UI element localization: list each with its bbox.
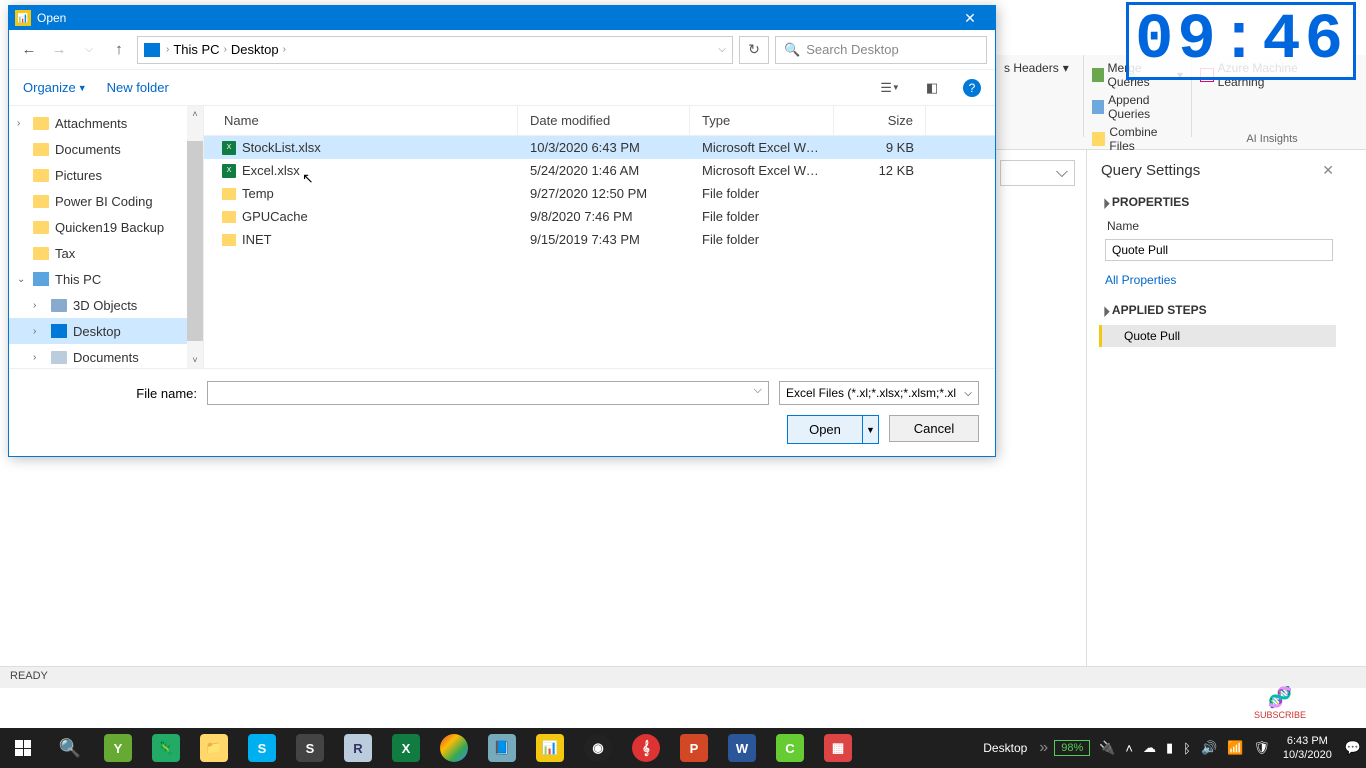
filename-label: File name: bbox=[25, 386, 197, 401]
task-icon[interactable]: 🦎 bbox=[142, 728, 190, 768]
bluetooth-icon[interactable]: ᛒ bbox=[1178, 741, 1196, 756]
nav-item-quicken19-backup[interactable]: Quicken19 Backup bbox=[9, 214, 203, 240]
task-icon[interactable]: Y bbox=[94, 728, 142, 768]
column-name[interactable]: Name bbox=[204, 106, 518, 135]
column-size[interactable]: Size bbox=[834, 106, 926, 135]
back-button[interactable]: ← bbox=[17, 38, 41, 62]
task-icon[interactable]: 📘 bbox=[478, 728, 526, 768]
column-type[interactable]: Type bbox=[690, 106, 834, 135]
preview-pane-button[interactable]: ◧ bbox=[921, 77, 943, 99]
up-button[interactable]: ↑ bbox=[107, 38, 131, 62]
task-icon[interactable]: ◉ bbox=[574, 728, 622, 768]
open-dropdown-button[interactable]: ▼ bbox=[862, 416, 878, 443]
scrollbar-thumb[interactable] bbox=[187, 141, 203, 341]
status-bar: READY bbox=[0, 666, 1366, 688]
taskbar-clock[interactable]: 6:43 PM 10/3/2020 bbox=[1275, 734, 1340, 762]
cancel-button[interactable]: Cancel bbox=[889, 415, 979, 442]
security-icon[interactable]: 🛡 bbox=[1248, 740, 1275, 756]
ai-insights-group-label: AI Insights bbox=[1200, 129, 1344, 145]
task-icon[interactable]: ▦ bbox=[814, 728, 862, 768]
power-icon[interactable]: 🔌 bbox=[1094, 740, 1120, 756]
organize-button[interactable]: Organize ▼ bbox=[23, 80, 87, 95]
query-name-input[interactable] bbox=[1105, 239, 1333, 261]
scroll-down-button[interactable]: ˅ bbox=[187, 352, 203, 368]
address-dropdown-icon[interactable]: ⌵ bbox=[718, 44, 726, 55]
nav-item-attachments[interactable]: ›Attachments bbox=[9, 110, 203, 136]
wifi-icon[interactable]: 📶 bbox=[1222, 740, 1248, 756]
file-explorer-icon[interactable]: 📁 bbox=[190, 728, 238, 768]
view-options-button[interactable]: ☰ ▼ bbox=[879, 77, 901, 99]
excel-icon[interactable]: X bbox=[382, 728, 430, 768]
search-icon: 🔍 bbox=[784, 42, 800, 58]
timer-overlay: 09:46 bbox=[1126, 2, 1356, 80]
close-icon[interactable]: ✕ bbox=[1322, 162, 1334, 179]
file-row[interactable]: GPUCache9/8/2020 7:46 PMFile folder bbox=[204, 205, 995, 228]
tray-expand-icon[interactable]: ˄ bbox=[1120, 741, 1138, 756]
column-date[interactable]: Date modified bbox=[518, 106, 690, 135]
camtasia-icon[interactable]: C bbox=[766, 728, 814, 768]
refresh-button[interactable]: ↻ bbox=[739, 36, 769, 64]
recent-dropdown[interactable]: ⌵ bbox=[77, 38, 101, 62]
forward-button[interactable]: → bbox=[47, 38, 71, 62]
task-icon[interactable]: 𝄞 bbox=[622, 728, 670, 768]
nav-item-documents[interactable]: Documents bbox=[9, 136, 203, 162]
open-button[interactable]: Open bbox=[788, 416, 862, 443]
snagit-icon[interactable]: S bbox=[286, 728, 334, 768]
search-task-icon[interactable]: 🔍 bbox=[46, 728, 94, 768]
taskbar: 🔍 Y 🦎 📁 S S R X 📘 📊 ◉ 𝄞 P W C ▦ Desktop … bbox=[0, 728, 1366, 768]
powerbi-icon[interactable]: 📊 bbox=[526, 728, 574, 768]
show-desktop-label[interactable]: Desktop bbox=[973, 741, 1037, 755]
append-queries-button[interactable]: Append Queries bbox=[1092, 91, 1183, 123]
file-row[interactable]: Temp9/27/2020 12:50 PMFile folder bbox=[204, 182, 995, 205]
breadcrumb-root[interactable]: This PC bbox=[173, 42, 219, 57]
file-row[interactable]: INET9/15/2019 7:43 PMFile folder bbox=[204, 228, 995, 251]
query-settings-panel: Query Settings ✕ PROPERTIES Name All Pro… bbox=[1086, 150, 1348, 668]
nav-item-desktop[interactable]: ›Desktop bbox=[9, 318, 203, 344]
address-bar[interactable]: › This PC › Desktop › ⌵ bbox=[137, 36, 733, 64]
applied-step-item[interactable]: Quote Pull bbox=[1099, 325, 1336, 347]
dropdown-toggle[interactable]: ⌵ bbox=[1000, 160, 1075, 186]
notifications-icon[interactable]: 💬 bbox=[1340, 740, 1366, 756]
applied-steps-section[interactable]: APPLIED STEPS bbox=[1087, 297, 1348, 323]
battery-indicator[interactable]: 98% bbox=[1054, 740, 1090, 756]
help-icon[interactable]: ? bbox=[963, 79, 981, 97]
new-folder-button[interactable]: New folder bbox=[107, 80, 169, 95]
volume-icon[interactable]: 🔊 bbox=[1196, 740, 1222, 756]
scroll-up-button[interactable]: ˄ bbox=[187, 106, 203, 122]
r-icon[interactable]: R bbox=[334, 728, 382, 768]
all-properties-link[interactable]: All Properties bbox=[1087, 269, 1348, 291]
headers-button[interactable]: s Headers ▾ bbox=[1004, 59, 1075, 77]
close-icon[interactable]: ✕ bbox=[951, 10, 989, 27]
file-filter-select[interactable]: Excel Files (*.xl;*.xlsx;*.xlsm;*.xlsb ⌵ bbox=[779, 381, 979, 405]
powerpoint-icon[interactable]: P bbox=[670, 728, 718, 768]
file-row[interactable]: XStockList.xlsx10/3/2020 6:43 PMMicrosof… bbox=[204, 136, 995, 159]
dialog-title: Open bbox=[37, 11, 951, 25]
start-button[interactable] bbox=[0, 728, 46, 768]
nav-item-documents[interactable]: ›Documents bbox=[9, 344, 203, 368]
nav-item-tax[interactable]: Tax bbox=[9, 240, 203, 266]
navigation-pane: ›AttachmentsDocumentsPicturesPower BI Co… bbox=[9, 106, 204, 368]
chrome-icon[interactable] bbox=[430, 728, 478, 768]
query-settings-title: Query Settings bbox=[1101, 162, 1200, 179]
onedrive-icon[interactable]: ☁ bbox=[1138, 740, 1161, 756]
skype-icon[interactable]: S bbox=[238, 728, 286, 768]
app-icon: 📊 bbox=[15, 10, 31, 26]
nav-item-power-bi-coding[interactable]: Power BI Coding bbox=[9, 188, 203, 214]
subscribe-badge: 🧬 SUBSCRIBE bbox=[1254, 685, 1306, 720]
file-row[interactable]: XExcel.xlsx5/24/2020 1:46 AMMicrosoft Ex… bbox=[204, 159, 995, 182]
filename-input[interactable] bbox=[207, 381, 769, 405]
name-label: Name bbox=[1087, 215, 1348, 237]
nav-item-this-pc[interactable]: ⌄This PC bbox=[9, 266, 203, 292]
word-icon[interactable]: W bbox=[718, 728, 766, 768]
search-input[interactable]: 🔍 Search Desktop bbox=[775, 36, 987, 64]
nav-item-pictures[interactable]: Pictures bbox=[9, 162, 203, 188]
tray-icon[interactable]: ▮ bbox=[1161, 740, 1178, 756]
pc-icon bbox=[144, 43, 160, 57]
file-open-dialog: 📊 Open ✕ ← → ⌵ ↑ › This PC › Desktop › ⌵… bbox=[8, 5, 996, 457]
properties-section[interactable]: PROPERTIES bbox=[1087, 189, 1348, 215]
nav-item-3d-objects[interactable]: ›3D Objects bbox=[9, 292, 203, 318]
breadcrumb-folder[interactable]: Desktop bbox=[231, 42, 279, 57]
